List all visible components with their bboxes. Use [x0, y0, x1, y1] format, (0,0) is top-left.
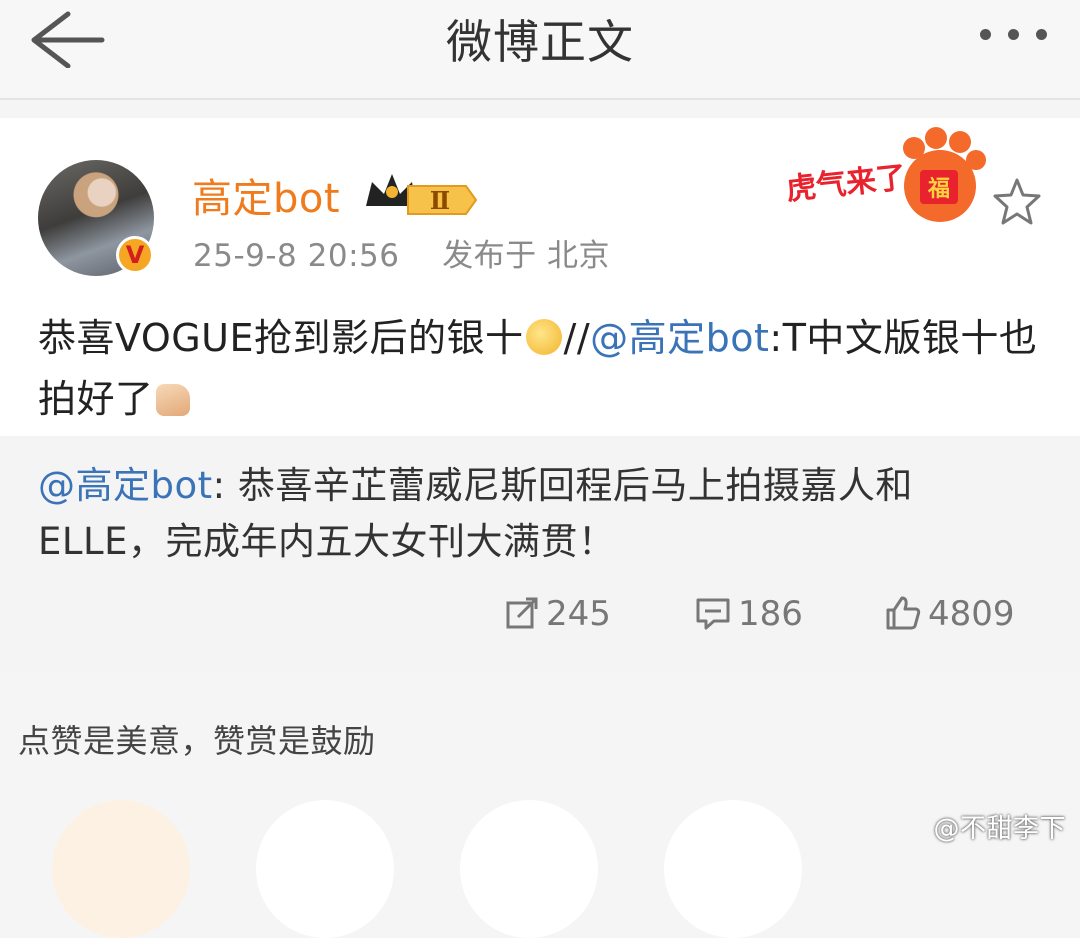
comment-count: 186	[738, 594, 803, 634]
sticker-fu: 福	[927, 177, 950, 202]
post-timestamp: 25-9-8 20:56	[193, 238, 400, 274]
tip-option-3[interactable]	[460, 800, 598, 938]
more-button[interactable]	[980, 20, 1052, 50]
tip-option-2[interactable]	[256, 800, 394, 938]
more-dot	[1008, 29, 1019, 40]
repost-count: 245	[546, 594, 611, 634]
quoted-post[interactable]: @高定bot: 恭喜辛芷蕾威尼斯回程后马上拍摄嘉人和ELLE，完成年内五大女刊大…	[0, 436, 1080, 672]
post-meta: 25-9-8 20:56 发布于 北京	[193, 230, 610, 275]
repost-separator: //	[563, 316, 591, 360]
post-content: 恭喜VOGUE抢到影后的银十//@高定bot:T中文版银十也拍好了	[38, 308, 1048, 430]
repost-button[interactable]: 245	[504, 590, 611, 638]
mention-link[interactable]: @高定bot	[590, 316, 769, 360]
page-title: 微博正文	[446, 15, 634, 69]
member-level: Ⅱ	[430, 186, 450, 215]
thumbs-up-emoji-icon	[155, 384, 190, 416]
top-bar: 微博正文	[0, 0, 1080, 100]
quoted-mention-link[interactable]: @高定bot	[38, 464, 213, 507]
sticker-text: 虎气来了	[785, 160, 908, 207]
tip-option-1[interactable]	[52, 800, 190, 938]
watermark: @不甜李下	[933, 814, 1066, 844]
favorite-star-icon[interactable]	[990, 176, 1044, 228]
username[interactable]: 高定bot	[192, 166, 340, 224]
member-crown-badge-icon: Ⅱ	[366, 174, 478, 215]
quoted-text: @高定bot: 恭喜辛芷蕾威尼斯回程后马上拍摄嘉人和ELLE，完成年内五大女刊大…	[38, 458, 1038, 570]
smirk-emoji-icon	[525, 319, 562, 355]
more-dot	[1036, 29, 1047, 40]
verified-badge-icon: V	[116, 236, 154, 274]
comment-button[interactable]: 186	[694, 590, 803, 638]
tip-option-4[interactable]	[664, 800, 802, 938]
post-text-part1: 恭喜VOGUE抢到影后的银十	[38, 316, 524, 360]
like-button[interactable]: 4809	[884, 590, 1015, 638]
post-card: V 高定bot Ⅱ 25-9-8 20:56 发布于 北京 虎气来了 福 恭喜V…	[0, 118, 1080, 436]
thumbs-up-icon	[886, 596, 921, 630]
reward-label: 点赞是美意，赞赏是鼓励	[18, 722, 376, 760]
post-location: 发布于 北京	[442, 238, 611, 274]
repost-icon	[506, 597, 538, 629]
comment-icon	[696, 598, 730, 630]
more-dots-icon	[980, 29, 991, 40]
like-count: 4809	[928, 594, 1015, 634]
tip-options	[0, 790, 1080, 938]
tiger-sticker-icon: 虎气来了 福	[785, 127, 986, 222]
